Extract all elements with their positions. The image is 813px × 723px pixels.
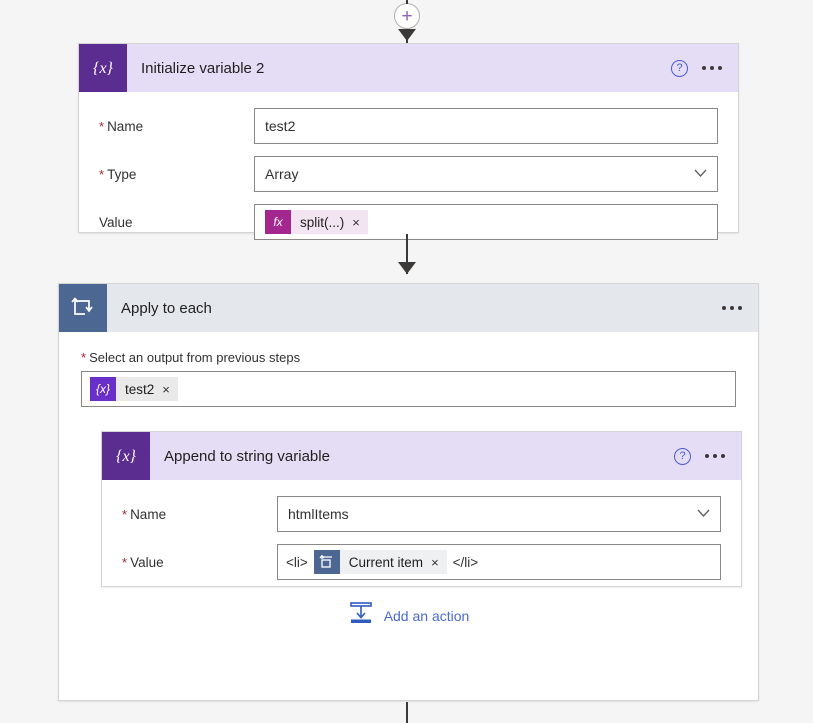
card-title-apply-to-each: Apply to each	[121, 299, 212, 317]
variable-braces-icon: {x}	[102, 432, 150, 480]
field-row-value: Value fx split(...) ×	[99, 204, 718, 240]
required-asterisk: *	[99, 166, 105, 182]
field-label-append-value: * Value	[122, 554, 164, 570]
help-icon[interactable]: ?	[671, 59, 688, 77]
value-suffix-text: </li>	[452, 554, 479, 570]
token-label: test2	[125, 381, 155, 397]
add-an-action-label: Add an action	[383, 607, 470, 624]
fx-icon: fx	[265, 210, 291, 234]
card-header-initialize-variable: {x} Initialize variable 2 ?	[79, 44, 738, 92]
type-dropdown[interactable]: Array	[254, 156, 718, 192]
form-initialize-variable: * Name test2 * Type Array Value fx split…	[79, 92, 738, 258]
value-input[interactable]: fx split(...) ×	[254, 204, 718, 240]
connector-arrowhead-mid	[398, 262, 416, 274]
add-an-action-button[interactable]: Add an action	[81, 601, 736, 660]
token-remove-icon[interactable]: ×	[162, 383, 170, 396]
token-remove-icon[interactable]: ×	[352, 216, 360, 229]
form-append-to-string: * Name htmlItems * Value <li> Current it…	[102, 480, 741, 598]
select-output-label: * Select an output from previous steps	[81, 350, 301, 365]
ellipsis-icon[interactable]	[722, 306, 742, 310]
name-input[interactable]: test2	[254, 108, 718, 144]
help-icon[interactable]: ?	[674, 447, 691, 465]
field-label-name: * Name	[99, 118, 144, 134]
field-label-append-name: * Name	[122, 506, 167, 522]
token-label: split(...)	[300, 214, 345, 230]
token-pill: test2 ×	[116, 377, 178, 401]
ellipsis-icon[interactable]	[702, 66, 722, 70]
variable-token-test2[interactable]: {x} test2 ×	[90, 377, 178, 401]
connector-arrowhead-top	[398, 29, 416, 41]
token-remove-icon[interactable]: ×	[431, 556, 439, 569]
field-label-type: * Type	[99, 166, 137, 182]
field-row-append-value: * Value <li> Current item × </li>	[122, 544, 721, 580]
plus-icon: +	[401, 5, 413, 27]
append-name-value: htmlItems	[288, 506, 349, 522]
append-value-input[interactable]: <li> Current item × </li>	[277, 544, 721, 580]
required-asterisk: *	[81, 350, 87, 365]
card-header-append-to-string: {x} Append to string variable ?	[102, 432, 741, 480]
card-header-apply-to-each: Apply to each	[59, 284, 758, 332]
card-apply-to-each[interactable]: Apply to each * Select an output from pr…	[58, 283, 759, 701]
apply-to-each-body: * Select an output from previous steps {…	[59, 332, 758, 660]
svg-text:{x}: {x}	[93, 60, 114, 77]
current-item-icon	[313, 550, 340, 574]
dynamic-token-current-item[interactable]: Current item ×	[313, 550, 447, 574]
card-header-actions	[722, 306, 758, 310]
append-name-dropdown[interactable]: htmlItems	[277, 496, 721, 532]
card-header-actions: ?	[674, 447, 741, 465]
card-initialize-variable[interactable]: {x} Initialize variable 2 ? * Name test2…	[78, 43, 739, 240]
token-label: Current item	[348, 554, 424, 570]
name-input-value: test2	[265, 118, 296, 134]
required-asterisk: *	[122, 554, 128, 570]
card-title-initialize-variable: Initialize variable 2	[141, 59, 265, 77]
field-label-value: Value	[99, 214, 133, 230]
field-row-type: * Type Array	[99, 156, 718, 192]
token-pill: split(...) ×	[291, 210, 368, 234]
flow-designer-canvas: + {x} Initialize variable 2 ? * Name tes…	[0, 0, 813, 723]
loop-arrow-icon	[59, 284, 107, 332]
add-step-plus-button[interactable]: +	[394, 3, 420, 29]
token-pill: Current item ×	[339, 550, 447, 574]
required-asterisk: *	[122, 506, 128, 522]
card-title-append-to-string: Append to string variable	[164, 447, 330, 465]
select-output-input[interactable]: {x} test2 ×	[81, 371, 736, 407]
ellipsis-icon[interactable]	[705, 454, 725, 458]
type-dropdown-value: Array	[265, 166, 299, 182]
connector-line-bottom	[406, 702, 408, 723]
variable-braces-icon: {x}	[90, 377, 116, 401]
field-row-name: * Name test2	[99, 108, 718, 144]
card-append-to-string[interactable]: {x} Append to string variable ? * Name h…	[101, 431, 742, 587]
chevron-down-icon	[694, 167, 707, 181]
variable-braces-icon: {x}	[79, 44, 127, 92]
insert-action-icon	[348, 601, 374, 630]
connector-line-top-above	[406, 0, 408, 4]
card-header-actions: ?	[671, 59, 738, 77]
expression-token-split[interactable]: fx split(...) ×	[265, 210, 368, 234]
value-prefix-text: <li>	[286, 554, 308, 570]
svg-text:{x}: {x}	[116, 448, 137, 465]
required-asterisk: *	[99, 118, 105, 134]
chevron-down-icon	[697, 507, 710, 521]
field-row-append-name: * Name htmlItems	[122, 496, 721, 532]
